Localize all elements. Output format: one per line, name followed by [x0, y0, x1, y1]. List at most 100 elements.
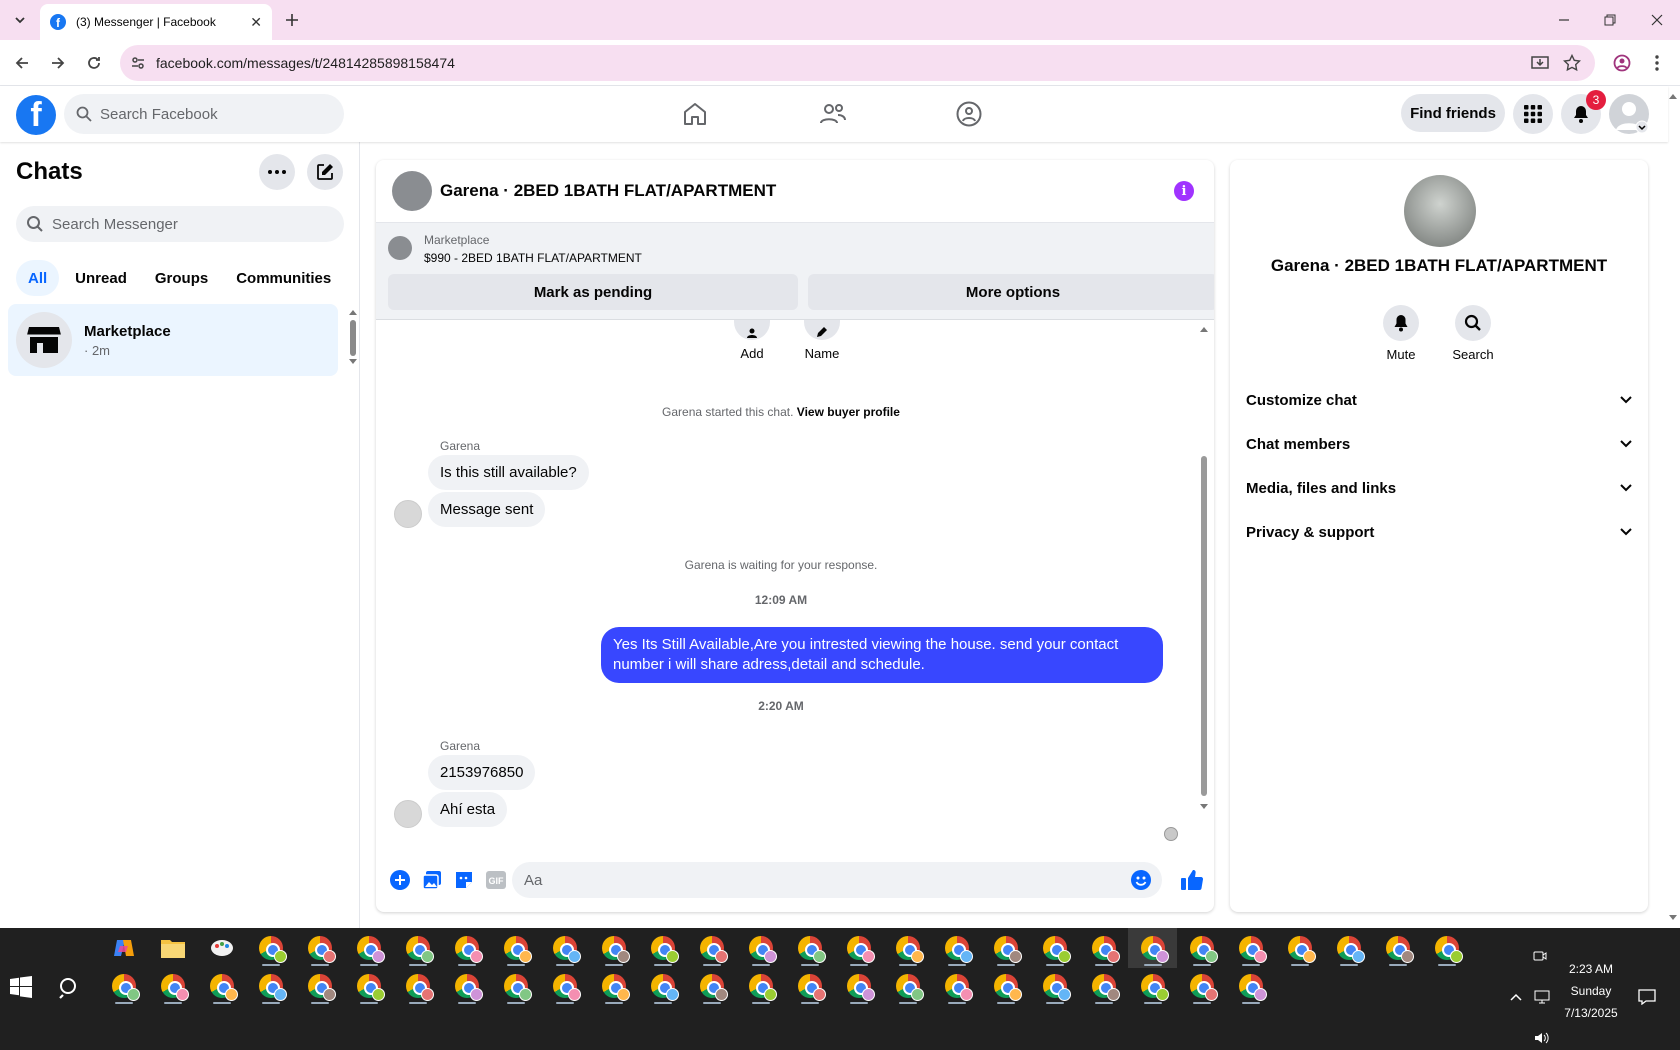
listing-title[interactable]: $990 - 2BED 1BATH FLAT/APARTMENT — [424, 251, 642, 265]
gif-icon[interactable]: GIF — [485, 869, 507, 891]
chrome-window-icon[interactable] — [687, 966, 736, 1006]
chrome-window-icon[interactable] — [344, 928, 393, 968]
browser-menu-icon[interactable] — [1645, 51, 1669, 75]
conversation-title[interactable]: Garena · 2BED 1BATH FLAT/APARTMENT — [440, 181, 776, 201]
taskbar-search-icon[interactable] — [58, 976, 86, 1004]
volume-icon[interactable] — [1532, 1028, 1552, 1048]
close-window-icon[interactable] — [1645, 8, 1669, 32]
photo-icon[interactable] — [421, 869, 443, 891]
mark-as-pending-button[interactable]: Mark as pending — [388, 274, 798, 310]
install-app-icon[interactable] — [1528, 51, 1552, 75]
facebook-search-input[interactable]: Search Facebook — [64, 94, 344, 134]
new-tab-icon[interactable] — [280, 8, 304, 32]
sender-avatar[interactable] — [394, 500, 422, 528]
menu-grid-icon[interactable] — [1513, 94, 1553, 134]
chrome-window-icon[interactable] — [1324, 928, 1373, 968]
meet-now-icon[interactable] — [1530, 946, 1550, 966]
chats-options-icon[interactable] — [259, 154, 295, 190]
site-info-icon[interactable] — [130, 55, 146, 71]
chrome-window-icon[interactable] — [1422, 928, 1471, 968]
chrome-window-icon[interactable] — [785, 928, 834, 968]
chrome-window-icon[interactable] — [1373, 928, 1422, 968]
plus-circle-icon[interactable] — [389, 869, 411, 891]
show-hidden-icons-chevron[interactable] — [1506, 987, 1526, 1007]
notification-center-icon[interactable] — [1637, 987, 1657, 1007]
account-avatar[interactable] — [1609, 94, 1649, 134]
thread-scroll-thumb[interactable] — [1201, 456, 1207, 796]
facebook-logo[interactable]: f — [16, 95, 56, 135]
browser-tab[interactable]: f (3) Messenger | Facebook ✕ — [40, 4, 272, 40]
chrome-window-icon[interactable] — [1128, 928, 1177, 968]
home-icon[interactable] — [679, 98, 711, 130]
profile-icon[interactable] — [1610, 51, 1634, 75]
name-action[interactable]: Name — [804, 320, 840, 361]
details-avatar[interactable] — [1404, 175, 1476, 247]
copilot-icon[interactable] — [99, 928, 148, 968]
chrome-window-icon[interactable] — [442, 966, 491, 1006]
minimize-icon[interactable] — [1552, 8, 1576, 32]
incoming-message[interactable]: Ahí esta — [428, 792, 508, 827]
page-scroll-down-icon[interactable] — [1668, 914, 1678, 922]
chrome-window-icon[interactable] — [393, 928, 442, 968]
chrome-window-icon[interactable] — [442, 928, 491, 968]
page-scroll-up-icon[interactable] — [1668, 92, 1678, 100]
taskbar-clock[interactable]: 2:23 AM Sunday 7/13/2025 — [1554, 958, 1628, 1024]
incoming-message[interactable]: 2153976850 — [428, 755, 536, 790]
chrome-window-icon[interactable] — [736, 966, 785, 1006]
search-action[interactable]: Search — [1438, 305, 1508, 362]
groups-icon[interactable] — [953, 98, 985, 130]
url-bar[interactable]: facebook.com/messages/t/2481428589815847… — [120, 45, 1595, 81]
chrome-window-icon[interactable] — [981, 928, 1030, 968]
reload-icon[interactable] — [82, 51, 106, 75]
incoming-message[interactable]: Message sent — [428, 492, 546, 527]
chrome-window-icon[interactable] — [1177, 928, 1226, 968]
chrome-window-icon[interactable] — [1226, 966, 1275, 1006]
media-files-links-section[interactable]: Media, files and links — [1246, 468, 1632, 508]
chrome-window-icon[interactable] — [1275, 928, 1324, 968]
chat-members-section[interactable]: Chat members — [1246, 424, 1632, 464]
new-message-icon[interactable] — [307, 154, 343, 190]
tab-close-icon[interactable]: ✕ — [250, 14, 262, 31]
chrome-window-icon[interactable] — [883, 966, 932, 1006]
chrome-window-icon[interactable] — [589, 966, 638, 1006]
chrome-window-icon[interactable] — [1177, 966, 1226, 1006]
messenger-search-input[interactable]: Search Messenger — [16, 206, 344, 242]
filter-unread[interactable]: Unread — [63, 260, 139, 296]
message-input[interactable]: Aa — [512, 862, 1162, 898]
network-icon[interactable] — [1532, 987, 1552, 1007]
chrome-window-icon[interactable] — [393, 966, 442, 1006]
info-icon[interactable]: i — [1174, 181, 1194, 201]
chrome-window-icon[interactable] — [834, 928, 883, 968]
chrome-window-icon[interactable] — [785, 966, 834, 1006]
thumbs-up-icon[interactable] — [1180, 868, 1204, 892]
outgoing-message[interactable]: Yes Its Still Available,Are you intreste… — [601, 627, 1163, 683]
friends-icon[interactable] — [817, 98, 849, 130]
chrome-window-icon[interactable] — [687, 928, 736, 968]
forward-icon[interactable] — [46, 51, 70, 75]
chrome-window-icon[interactable] — [736, 928, 785, 968]
privacy-support-section[interactable]: Privacy & support — [1246, 512, 1632, 552]
chrome-window-icon[interactable] — [932, 928, 981, 968]
customize-chat-section[interactable]: Customize chat — [1246, 380, 1632, 420]
chrome-window-icon[interactable] — [246, 966, 295, 1006]
chrome-window-icon[interactable] — [295, 928, 344, 968]
chrome-window-icon[interactable] — [932, 966, 981, 1006]
view-buyer-profile-link[interactable]: View buyer profile — [797, 405, 900, 419]
sender-avatar[interactable] — [394, 800, 422, 828]
filter-communities[interactable]: Communities — [224, 260, 343, 296]
filter-groups[interactable]: Groups — [143, 260, 220, 296]
add-action[interactable]: Add — [734, 320, 770, 361]
paint-icon[interactable] — [197, 928, 246, 968]
chrome-window-icon[interactable] — [344, 966, 393, 1006]
chrome-window-icon[interactable] — [491, 966, 540, 1006]
chrome-window-icon[interactable] — [589, 928, 638, 968]
chrome-window-icon[interactable] — [883, 928, 932, 968]
chrome-window-icon[interactable] — [1079, 966, 1128, 1006]
file-explorer-icon[interactable] — [148, 928, 197, 968]
chat-list-scrollbar[interactable] — [347, 307, 359, 367]
chrome-window-icon[interactable] — [540, 928, 589, 968]
chrome-window-icon[interactable] — [638, 966, 687, 1006]
sticker-icon[interactable] — [453, 869, 475, 891]
chrome-window-icon[interactable] — [1030, 928, 1079, 968]
tab-search-icon[interactable] — [8, 8, 32, 32]
